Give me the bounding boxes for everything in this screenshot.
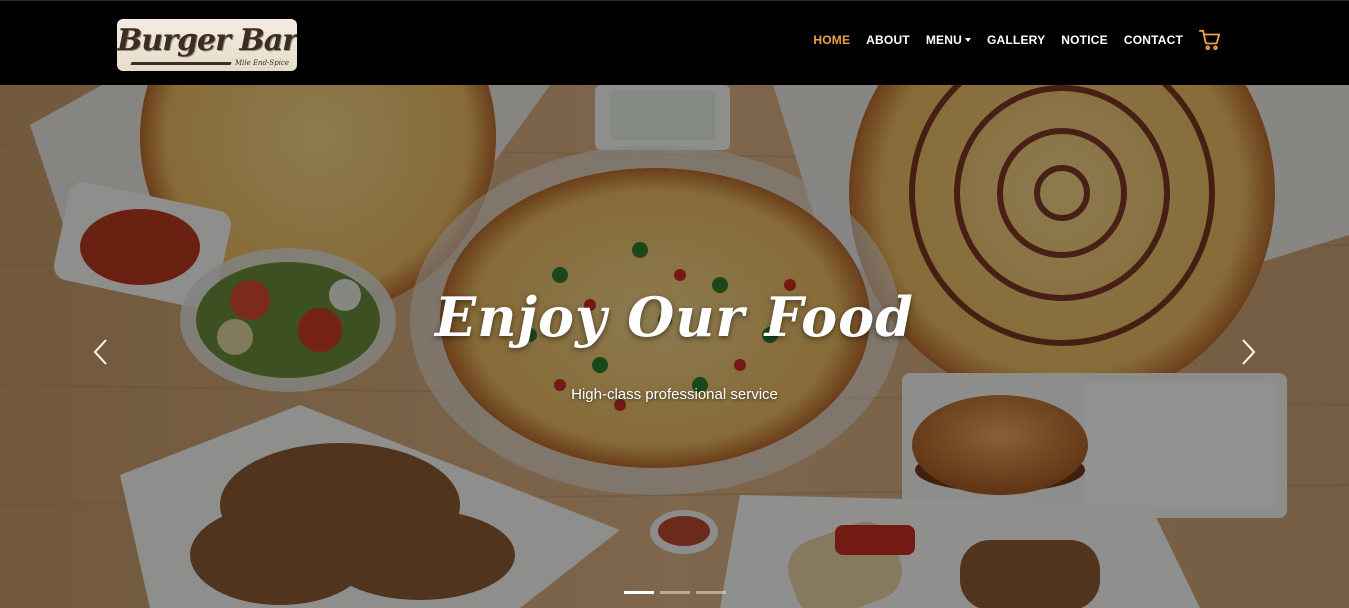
chevron-right-icon	[1242, 339, 1256, 365]
shopping-cart-icon[interactable]	[1199, 29, 1221, 51]
carousel-prev-button[interactable]	[86, 337, 116, 367]
nav-menu-label: MENU	[925, 33, 962, 47]
carousel-indicator-3[interactable]	[696, 591, 726, 594]
nav-gallery[interactable]: GALLERY	[979, 31, 1053, 49]
hero-title: Enjoy Our Food	[435, 285, 914, 349]
logo-swoosh	[130, 62, 232, 65]
brand-logo[interactable]: Burger Bar Mile End-Spice	[117, 19, 297, 71]
nav-about[interactable]: ABOUT	[858, 31, 918, 49]
nav-contact[interactable]: CONTACT	[1116, 31, 1191, 49]
main-nav: HOME ABOUT MENU GALLERY NOTICE CONTACT	[805, 29, 1221, 51]
brand-tagline: Mile End-Spice	[234, 59, 289, 67]
carousel-indicators	[624, 591, 726, 594]
hero-subtitle: High-class professional service	[571, 386, 778, 403]
nav-notice[interactable]: NOTICE	[1053, 31, 1116, 49]
carousel-next-button[interactable]	[1233, 337, 1263, 367]
navbar: Burger Bar Mile End-Spice HOME ABOUT MEN…	[0, 0, 1349, 85]
caret-down-icon	[964, 38, 971, 42]
chevron-left-icon	[93, 339, 107, 365]
brand-name: Burger Bar	[117, 23, 297, 58]
carousel-indicator-2[interactable]	[660, 591, 690, 594]
nav-home[interactable]: HOME	[805, 31, 858, 49]
nav-menu-dropdown[interactable]: MENU	[918, 31, 979, 49]
hero-carousel: Enjoy Our Food High-class professional s…	[0, 85, 1349, 608]
carousel-indicator-1[interactable]	[624, 591, 654, 594]
